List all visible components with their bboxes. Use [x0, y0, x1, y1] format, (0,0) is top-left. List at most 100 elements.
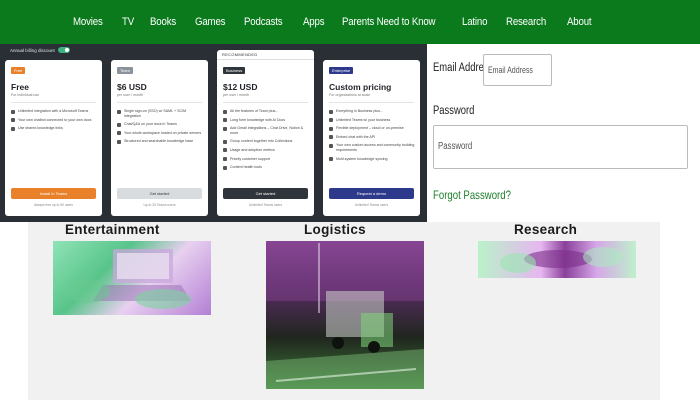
- feature-icon: [223, 148, 227, 153]
- feature-item: Multi-system knowledge syncing: [329, 157, 415, 162]
- billing-toggle[interactable]: [57, 47, 70, 53]
- feature-list: Single sign-on (SSO) w/ SAML + SCIM inte…: [117, 109, 203, 148]
- category-title-research: Research: [514, 222, 578, 237]
- feature-text: Group content together into Collections: [230, 139, 293, 144]
- nav-item-research[interactable]: Research: [506, 16, 546, 28]
- feature-text: Content health tools: [230, 165, 262, 170]
- feature-item: Your whole workspace hosted on private s…: [117, 131, 203, 136]
- plan-price: $6 USD: [117, 82, 147, 92]
- password-placeholder: Password: [438, 141, 473, 152]
- email-field[interactable]: Email Address: [483, 54, 552, 86]
- feature-text: Unlimited Teams w/ your business: [336, 117, 391, 122]
- feature-item: Embed chat with the API: [329, 135, 415, 140]
- plan-subtitle: For organizations at scale: [329, 93, 371, 97]
- feature-text: Flexible deployment – cloud or on-premis…: [336, 126, 404, 131]
- plan-footnote: Up to 25 Teams users: [143, 203, 176, 207]
- research-illustration: [500, 247, 623, 273]
- feature-icon: [11, 118, 15, 123]
- feature-item: Your own chatbot connected to your own d…: [11, 118, 97, 123]
- plan-badge: Enterprise: [329, 67, 354, 74]
- divider: [223, 102, 308, 103]
- email-placeholder: Email Address: [488, 65, 533, 75]
- feature-list: All the features of Team plus... Long fo…: [223, 109, 309, 174]
- feature-icon: [117, 122, 121, 127]
- recommended-banner: RECOMMENDED: [217, 50, 314, 60]
- feature-icon: [223, 157, 227, 162]
- nav-item-apps[interactable]: Apps: [303, 16, 325, 28]
- feature-list: Everything in Business plus... Unlimited…: [329, 109, 415, 165]
- plan-price: $12 USD: [223, 82, 258, 92]
- forgot-password-link[interactable]: Forgot Password?: [433, 188, 511, 202]
- feature-item: Flexible deployment – cloud or on-premis…: [329, 126, 415, 131]
- plan-badge: Team: [117, 67, 133, 74]
- feature-item: Usage and adoption metrics: [223, 148, 309, 153]
- plan-subtitle: per user / month: [117, 93, 144, 97]
- feature-text: Usage and adoption metrics: [230, 147, 275, 152]
- feature-item: Structured and searchable knowledge base: [117, 139, 203, 144]
- nav-item-movies[interactable]: Movies: [73, 16, 103, 28]
- research-image[interactable]: [478, 241, 636, 278]
- feature-text: Your own chatbot connected to your own d…: [18, 117, 92, 122]
- feature-item: All the features of Team plus...: [223, 109, 309, 114]
- logistics-illustration: [266, 241, 424, 389]
- plan-badge: Free: [11, 67, 26, 74]
- feature-icon: [223, 165, 227, 170]
- nav-item-games[interactable]: Games: [195, 16, 226, 28]
- feature-icon: [117, 109, 121, 114]
- divider: [117, 102, 202, 103]
- password-field[interactable]: Password: [433, 125, 688, 169]
- feature-icon: [223, 109, 227, 114]
- feature-item: Single sign-on (SSO) w/ SAML + SCIM inte…: [117, 109, 203, 118]
- feature-text: Everything in Business plus...: [336, 109, 383, 113]
- pricing-card-business: RECOMMENDED Business $12 USD per user / …: [217, 50, 314, 216]
- nav-item-latino[interactable]: Latino: [462, 16, 488, 28]
- feature-icon: [117, 139, 121, 144]
- entertainment-illustration: [66, 249, 191, 309]
- feature-item: Unlimited integration with a Microsoft T…: [11, 109, 97, 114]
- install-in-teams-button[interactable]: Install in Teams: [11, 188, 96, 199]
- feature-text: Use shared knowledge links: [18, 126, 63, 131]
- plan-subtitle: per user / month: [223, 93, 250, 97]
- request-demo-button[interactable]: Request a demo: [329, 188, 414, 199]
- pricing-panel: Annual billing discount Free Free For in…: [0, 44, 427, 222]
- feature-icon: [223, 139, 227, 144]
- plan-footnote: Unlimited Teams users: [248, 203, 283, 207]
- feature-item: Add Gmail integrations – Chat Drive, Not…: [223, 126, 309, 135]
- feature-item: Priority customer support: [223, 157, 309, 162]
- billing-toggle-row: Annual billing discount: [10, 47, 70, 53]
- feature-icon: [329, 157, 333, 162]
- nav-item-tv[interactable]: TV: [122, 16, 134, 28]
- feature-text: Long form knowledge with AI Docs: [230, 117, 286, 122]
- feature-icon: [11, 126, 15, 131]
- top-nav-bar: Movies TV Books Games Podcasts Apps Pare…: [0, 0, 700, 44]
- pricing-card-enterprise: Enterprise Custom pricing For organizati…: [323, 60, 420, 216]
- feature-list: Unlimited integration with a Microsoft T…: [11, 109, 97, 135]
- nav-item-books[interactable]: Books: [150, 16, 176, 28]
- plan-footnote: Unlimited Teams users: [354, 203, 389, 207]
- feature-item: Long form knowledge with AI Docs: [223, 118, 309, 123]
- feature-icon: [329, 118, 333, 123]
- billing-toggle-label: Annual billing discount: [10, 47, 55, 53]
- feature-text: Your own custom access and community bui…: [336, 143, 415, 152]
- plan-subtitle: For individual use: [11, 93, 40, 97]
- categories-section: Entertainment Logistics Research: [28, 222, 660, 400]
- feature-item: Your own custom access and community bui…: [329, 143, 415, 152]
- pricing-card-team: Team $6 USD per user / month Single sign…: [111, 60, 208, 216]
- nav-menu: Movies TV Books Games Podcasts Apps Pare…: [73, 0, 609, 44]
- feature-text: Multi-system knowledge syncing: [336, 156, 388, 161]
- feature-item: Everything in Business plus...: [329, 109, 415, 114]
- nav-item-podcasts[interactable]: Podcasts: [244, 16, 283, 28]
- logistics-image[interactable]: [266, 241, 424, 389]
- get-started-button[interactable]: Get started: [117, 188, 202, 199]
- feature-item: Group content together into Collections: [223, 139, 309, 144]
- get-started-button[interactable]: Get started: [223, 188, 308, 199]
- entertainment-image[interactable]: [53, 241, 211, 315]
- feature-icon: [117, 131, 121, 136]
- feature-item: Unlimited Teams w/ your business: [329, 118, 415, 123]
- nav-item-about[interactable]: About: [567, 16, 592, 28]
- feature-icon: [223, 118, 227, 123]
- category-title-entertainment: Entertainment: [65, 222, 160, 237]
- divider: [329, 102, 414, 103]
- nav-item-parents-need-to-know[interactable]: Parents Need to Know: [342, 16, 436, 28]
- plan-price: Custom pricing: [329, 82, 392, 92]
